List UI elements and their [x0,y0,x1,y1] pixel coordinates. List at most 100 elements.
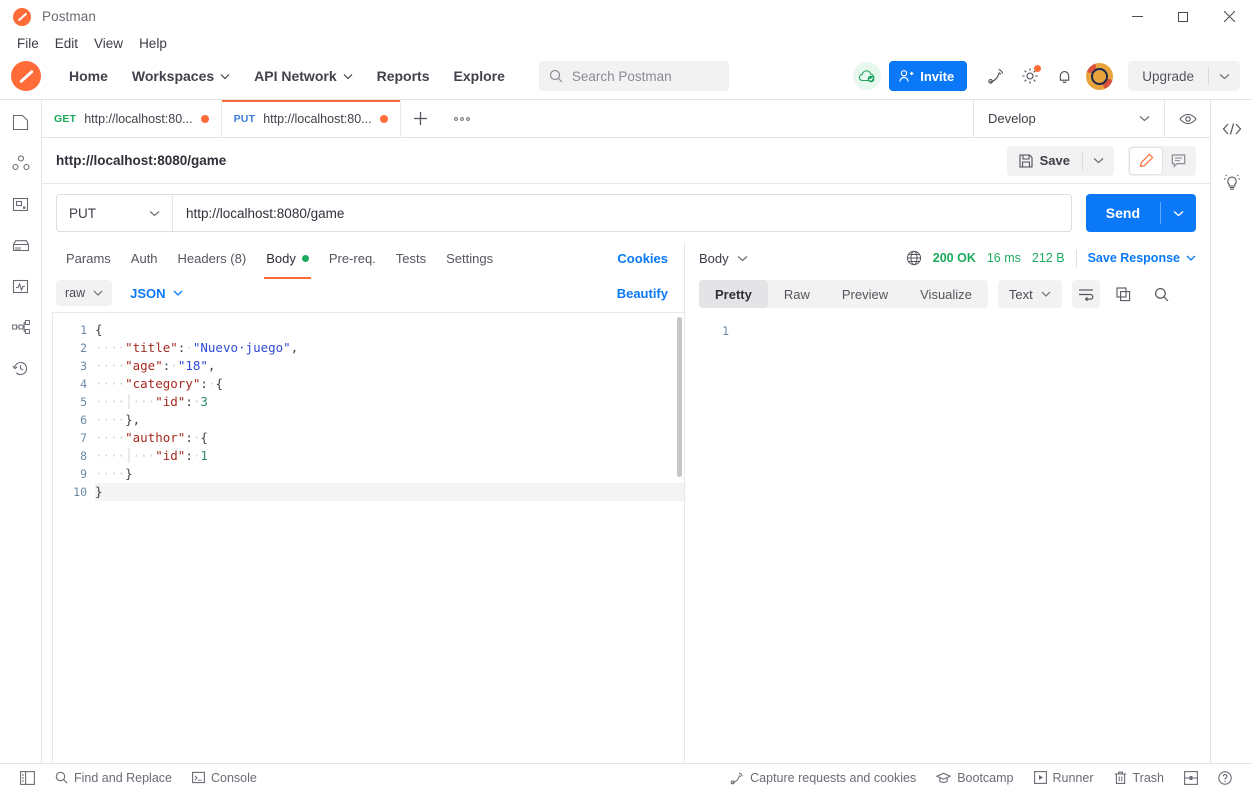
response-meta: 200 OK 16 ms 212 B Save Response [906,250,1196,267]
editor-line[interactable]: ····│···"id":·3 [95,393,684,411]
tab-preview[interactable]: Preview [826,280,904,308]
wrap-lines-icon[interactable] [1072,280,1100,308]
editor-line[interactable]: ····│···"id":·1 [95,447,684,465]
code-token: { [200,430,208,445]
editor-scrollbar[interactable] [677,317,682,477]
chevron-down-icon [737,255,748,262]
pencil-icon[interactable] [1130,148,1162,174]
menu-item-view[interactable]: View [87,35,130,52]
body-editor[interactable]: 12345678910 {····"title":·"Nuevo·juego",… [52,312,684,763]
capture-requests-button[interactable]: Capture requests and cookies [720,771,926,785]
menu-item-edit[interactable]: Edit [48,35,85,52]
nav-link-home-label: Home [69,68,108,84]
tab-body[interactable]: Body [256,245,319,272]
apis-icon[interactable] [5,189,37,219]
url-input[interactable]: http://localhost:8080/game [173,195,1071,231]
search-input[interactable]: Search Postman [539,61,729,91]
editor-line[interactable]: ····}, [95,411,684,429]
history-icon[interactable] [5,353,37,383]
editor-line[interactable]: ····"age":·"18", [95,357,684,375]
eye-icon[interactable] [1164,100,1210,138]
chevron-down-icon [343,73,353,80]
documentation-lightbulb-icon[interactable] [1216,158,1248,206]
search-icon[interactable] [1148,280,1176,308]
runner-button[interactable]: Runner [1024,771,1104,785]
tab-params[interactable]: Params [56,245,121,272]
editor-code[interactable]: {····"title":·"Nuevo·juego",····"age":·"… [95,313,684,763]
minimize-icon[interactable] [1114,0,1160,33]
mock-servers-icon[interactable] [5,230,37,260]
save-button[interactable]: Save [1007,153,1082,168]
environment-selector[interactable]: Develop [974,111,1164,126]
tab-pretty[interactable]: Pretty [699,280,768,308]
tab-headers[interactable]: Headers (8) [168,245,257,272]
flows-icon[interactable] [5,312,37,342]
editor-line[interactable]: ····} [95,465,684,483]
comment-icon[interactable] [1162,148,1194,174]
find-and-replace-button[interactable]: Find and Replace [45,771,182,785]
gear-icon[interactable] [1013,59,1047,93]
nav-link-reports[interactable]: Reports [365,62,442,90]
body-language-selector[interactable]: JSON [130,286,182,301]
upgrade-button[interactable]: Upgrade [1128,61,1240,91]
code-token: 3 [200,394,208,409]
help-icon[interactable] [1208,771,1242,785]
menu-item-file[interactable]: File [10,35,46,52]
tab-settings[interactable]: Settings [436,245,503,272]
chevron-down-icon[interactable] [1209,73,1240,80]
editor-line[interactable]: ····"title":·"Nuevo·juego", [95,339,684,357]
editor-line[interactable]: { [95,321,684,339]
layout-icon[interactable] [1174,771,1208,785]
close-icon[interactable] [1206,0,1252,33]
request-tab-put[interactable]: PUT http://localhost:80... [222,100,401,137]
bootcamp-button[interactable]: Bootcamp [926,771,1023,785]
response-body-viewer[interactable]: 1 [685,314,1210,763]
response-line-number: 1 [699,322,729,340]
plus-icon[interactable] [401,100,441,137]
trash-button[interactable]: Trash [1104,771,1175,785]
status-bar-right: Capture requests and cookies Bootcamp [720,771,1242,785]
bell-icon[interactable] [1047,59,1081,93]
send-dropdown-chevron-down-icon[interactable] [1161,210,1196,217]
editor-line[interactable]: ····"category":·{ [95,375,684,393]
nav-link-api-network[interactable]: API Network [242,62,364,90]
request-tab-get[interactable]: GET http://localhost:80... [42,100,222,137]
tab-visualize[interactable]: Visualize [904,280,988,308]
sidebar-toggle-icon[interactable] [10,771,45,785]
menu-item-help[interactable]: Help [132,35,174,52]
tab-auth[interactable]: Auth [121,245,168,272]
console-button[interactable]: Console [182,771,267,785]
beautify-link[interactable]: Beautify [617,286,668,301]
cloud-sync-icon[interactable] [853,62,881,90]
tab-raw[interactable]: Raw [768,280,826,308]
save-dropdown-chevron-down-icon[interactable] [1083,157,1114,164]
editor-line[interactable]: ····"author":·{ [95,429,684,447]
postman-home-logo-icon[interactable] [11,61,41,91]
invite-button[interactable]: Invite [889,61,967,91]
nav-link-home[interactable]: Home [57,62,120,90]
save-response-button[interactable]: Save Response [1088,251,1196,265]
avatar[interactable] [1086,63,1113,90]
ellipsis-icon[interactable] [441,100,483,137]
request-tab-strip: GET http://localhost:80... PUT http://lo… [42,100,1210,138]
nav-link-workspaces[interactable]: Workspaces [120,62,242,90]
cookies-link[interactable]: Cookies [617,251,668,266]
environments-icon[interactable] [5,148,37,178]
globe-icon [906,250,922,266]
editor-line[interactable]: } [95,483,684,501]
tab-pre-request[interactable]: Pre-req. [319,245,386,272]
code-snippet-icon[interactable] [1216,100,1248,158]
http-method-selector[interactable]: PUT [57,195,173,231]
tab-tests[interactable]: Tests [386,245,436,272]
monitors-icon[interactable] [5,271,37,301]
satellite-icon[interactable] [979,59,1013,93]
code-token: ···· [95,376,125,391]
nav-link-explore[interactable]: Explore [442,62,517,90]
collections-icon[interactable] [5,107,37,137]
response-format-selector[interactable]: Text [998,280,1062,308]
response-body-selector[interactable]: Body [699,251,748,266]
copy-icon[interactable] [1110,280,1138,308]
send-button[interactable]: Send [1086,205,1160,221]
maximize-icon[interactable] [1160,0,1206,33]
body-mode-selector[interactable]: raw [56,280,112,306]
